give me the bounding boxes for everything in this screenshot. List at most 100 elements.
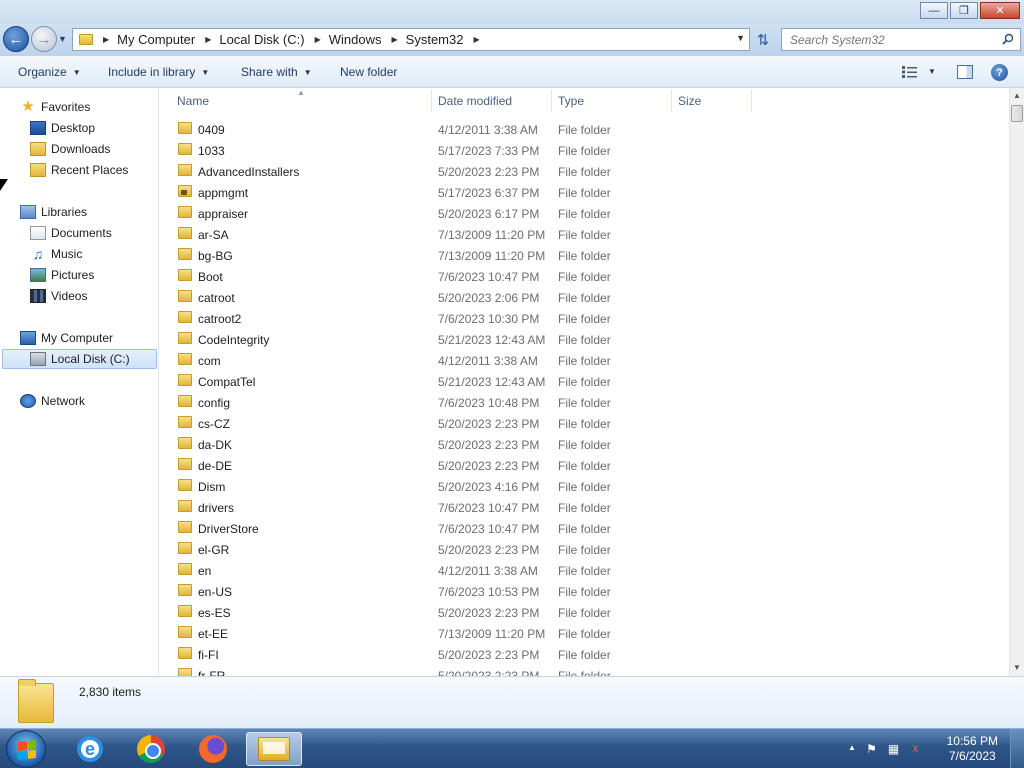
nav-music[interactable]: ♫ Music <box>30 244 83 264</box>
change-view-icon[interactable] <box>902 66 917 78</box>
file-row[interactable]: ar-SA 7/13/2009 11:20 PM File folder <box>160 224 1009 245</box>
breadcrumb-windows[interactable]: Windows ▶ <box>329 32 406 47</box>
scroll-down-arrow-icon[interactable]: ▼ <box>1013 663 1021 672</box>
preview-pane-icon[interactable] <box>957 65 973 79</box>
recent-pages-dropdown[interactable]: ▼ <box>58 34 67 44</box>
file-row[interactable]: 0409 4/12/2011 3:38 AM File folder <box>160 119 1009 140</box>
column-divider[interactable] <box>671 90 672 112</box>
file-type: File folder <box>558 417 611 431</box>
nav-network[interactable]: Network <box>20 391 85 411</box>
breadcrumb-system32[interactable]: System32 ▶ <box>406 32 488 47</box>
file-date-modified: 5/20/2023 2:23 PM <box>438 417 540 431</box>
file-date-modified: 5/20/2023 2:06 PM <box>438 291 540 305</box>
folder-icon <box>178 206 192 218</box>
file-row[interactable]: 1033 5/17/2023 7:33 PM File folder <box>160 140 1009 161</box>
file-row[interactable]: drivers 7/6/2023 10:47 PM File folder <box>160 497 1009 518</box>
network-status-icon[interactable]: ▦ <box>886 741 901 756</box>
nav-my-computer[interactable]: My Computer <box>20 328 113 348</box>
nav-local-disk[interactable]: Local Disk (C:) <box>2 349 157 369</box>
file-row[interactable]: CodeIntegrity 5/21/2023 12:43 AM File fold… <box>160 329 1009 350</box>
minimize-button[interactable]: — <box>920 2 948 19</box>
new-folder-button[interactable]: New folder <box>340 65 397 79</box>
file-type: File folder <box>558 522 611 536</box>
close-button[interactable]: ✕ <box>980 2 1020 19</box>
file-row[interactable]: config 7/6/2023 10:48 PM File folder <box>160 392 1009 413</box>
file-row[interactable]: AdvancedInstallers 5/20/2023 2:23 PM File … <box>160 161 1009 182</box>
nav-documents[interactable]: Documents <box>30 223 112 243</box>
organize-menu[interactable]: Organize ▼ <box>18 65 81 79</box>
help-icon[interactable]: ? <box>991 64 1008 81</box>
search-icon[interactable] <box>1002 33 1014 45</box>
nav-label: Recent Places <box>51 163 129 177</box>
nav-pictures[interactable]: Pictures <box>30 265 94 285</box>
file-row[interactable]: catroot 5/20/2023 2:06 PM File folder <box>160 287 1009 308</box>
file-row[interactable]: bg-BG 7/13/2009 11:20 PM File folder <box>160 245 1009 266</box>
column-divider[interactable] <box>751 90 752 112</box>
file-row[interactable]: Dism 5/20/2023 4:16 PM File folder <box>160 476 1009 497</box>
file-name: cs-CZ <box>198 417 230 431</box>
refresh-button[interactable]: ⇅ <box>752 30 774 50</box>
file-row[interactable]: catroot2 7/6/2023 10:30 PM File folder <box>160 308 1009 329</box>
include-in-library-menu[interactable]: Include in library ▼ <box>108 65 209 79</box>
start-button[interactable] <box>6 730 46 768</box>
column-divider[interactable] <box>431 90 432 112</box>
search-box[interactable] <box>781 28 1021 51</box>
action-center-flag-icon[interactable]: ⚑ <box>864 741 879 756</box>
breadcrumb-my-computer[interactable]: My Computer ▶ <box>117 32 219 47</box>
file-row[interactable]: CompatTel 5/21/2023 12:43 AM File folder <box>160 371 1009 392</box>
column-header-date-modified[interactable]: Date modified <box>438 94 512 108</box>
nav-downloads[interactable]: Downloads <box>30 139 110 159</box>
taskbar-firefox[interactable] <box>185 732 241 766</box>
volume-muted-icon[interactable]: ☓ <box>908 741 923 756</box>
file-row[interactable]: Boot 7/6/2023 10:47 PM File folder <box>160 266 1009 287</box>
scroll-up-arrow-icon[interactable]: ▲ <box>1013 91 1021 100</box>
nav-recent-places[interactable]: Recent Places <box>30 160 128 180</box>
file-row[interactable]: en-US 7/6/2023 10:53 PM File folder <box>160 581 1009 602</box>
file-row[interactable]: de-DE 5/20/2023 2:23 PM File folder <box>160 455 1009 476</box>
nav-videos[interactable]: Videos <box>30 286 87 306</box>
nav-libraries[interactable]: Libraries <box>20 202 87 222</box>
file-row[interactable]: et-EE 7/13/2009 11:20 PM File folder <box>160 623 1009 644</box>
taskbar-internet-explorer[interactable]: e <box>62 732 118 766</box>
taskbar-windows-explorer[interactable] <box>246 732 302 766</box>
vertical-scrollbar[interactable]: ▲ ▼ <box>1009 88 1024 676</box>
breadcrumb-local-disk[interactable]: Local Disk (C:) ▶ <box>219 32 328 47</box>
nav-favorites[interactable]: ★ Favorites <box>20 97 90 117</box>
file-row[interactable]: fi-FI 5/20/2023 2:23 PM File folder <box>160 644 1009 665</box>
file-row[interactable]: el-GR 5/20/2023 2:23 PM File folder <box>160 539 1009 560</box>
file-row[interactable]: en 4/12/2011 3:38 AM File folder <box>160 560 1009 581</box>
nav-desktop[interactable]: Desktop <box>30 118 95 138</box>
maximize-button[interactable]: ❐ <box>950 2 978 19</box>
search-input[interactable] <box>790 32 990 47</box>
column-header-type[interactable]: Type <box>558 94 584 108</box>
file-row[interactable]: appraiser 5/20/2023 6:17 PM File folder <box>160 203 1009 224</box>
file-row[interactable]: com 4/12/2011 3:38 AM File folder <box>160 350 1009 371</box>
file-list[interactable]: 0409 4/12/2011 3:38 AM File folder 1033 5/17… <box>160 119 1009 676</box>
show-hidden-icons-arrow[interactable]: ▲ <box>848 743 856 752</box>
taskbar-chrome[interactable] <box>123 732 179 766</box>
address-history-dropdown[interactable]: ▼ <box>736 33 745 43</box>
view-options-dropdown[interactable]: ▼ <box>928 67 936 76</box>
address-bar[interactable]: ▶ My Computer ▶ Local Disk (C:) ▶ Windows ▶… <box>72 28 750 51</box>
file-row[interactable]: da-DK 5/20/2023 2:23 PM File folder <box>160 434 1009 455</box>
navigation-pane[interactable]: ★ Favorites Desktop Downloads Recent Plac… <box>0 88 159 676</box>
share-with-menu[interactable]: Share with ▼ <box>241 65 312 79</box>
back-button[interactable]: ← <box>3 26 29 52</box>
file-row[interactable]: appmgmt 5/17/2023 6:37 PM File folder <box>160 182 1009 203</box>
file-name: DriverStore <box>198 522 259 536</box>
file-row[interactable]: cs-CZ 5/20/2023 2:23 PM File folder <box>160 413 1009 434</box>
internet-explorer-icon: e <box>77 736 103 762</box>
column-header-name[interactable]: Name <box>177 94 209 108</box>
show-desktop-button[interactable] <box>1010 729 1024 768</box>
file-row[interactable]: DriverStore 7/6/2023 10:47 PM File folder <box>160 518 1009 539</box>
scrollbar-thumb[interactable] <box>1011 105 1023 122</box>
title-bar[interactable]: — ❐ ✕ <box>0 0 1024 24</box>
column-divider[interactable] <box>551 90 552 112</box>
file-row[interactable]: fr-FR 5/20/2023 2:23 PM File folder <box>160 665 1009 676</box>
clock[interactable]: 10:56 PM 7/6/2023 <box>947 734 998 764</box>
column-header-size[interactable]: Size <box>678 94 701 108</box>
file-row[interactable]: es-ES 5/20/2023 2:23 PM File folder <box>160 602 1009 623</box>
forward-button[interactable]: → <box>31 26 57 52</box>
breadcrumb-root-arrow[interactable]: ▶ <box>93 35 117 44</box>
address-row: ← → ▼ ▶ My Computer ▶ Local Disk (C:) ▶ Wi… <box>0 24 1024 56</box>
